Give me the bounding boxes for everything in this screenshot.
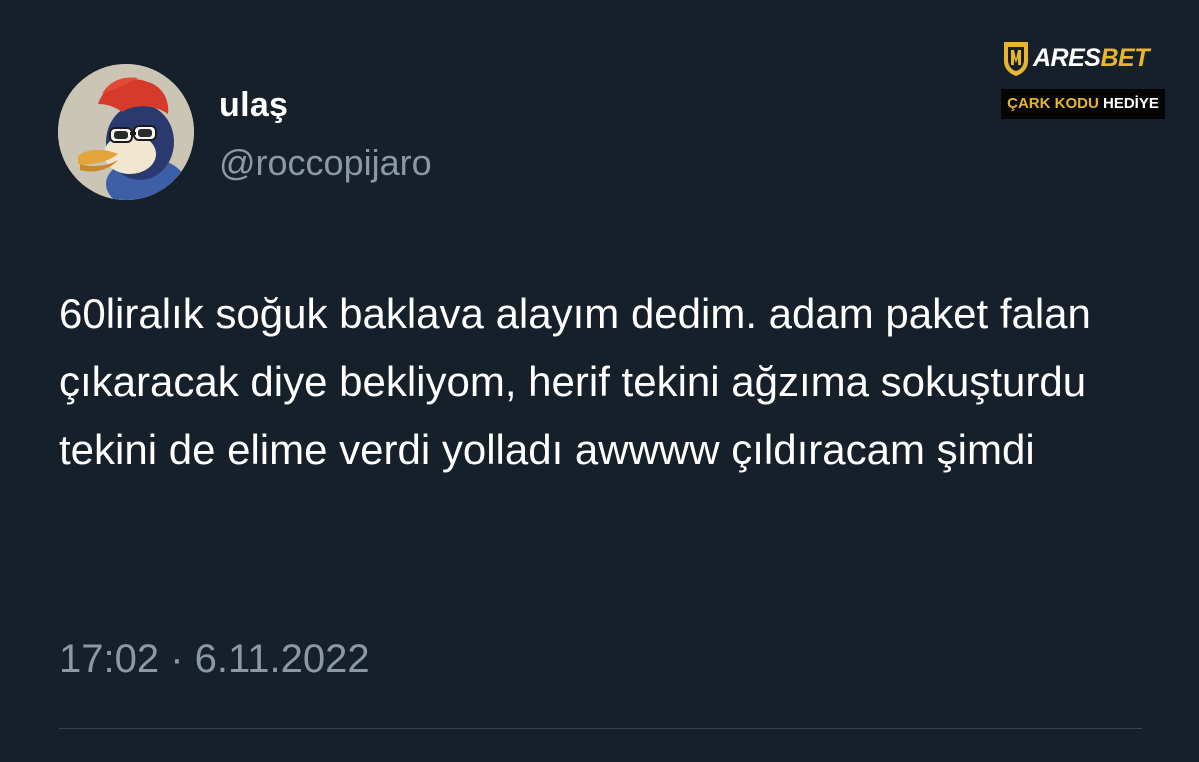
watermark-brand-bet: BET: [1100, 44, 1149, 72]
watermark-banner-part2: HEDİYE: [1102, 95, 1159, 112]
watermark-brand-ares: ARES: [1033, 44, 1101, 72]
tweet-text: 60liralık soğuk baklava alayım dedim. ad…: [59, 290, 1091, 473]
watermark-banner: ÇARK KODU HEDİYE: [1001, 89, 1165, 119]
watermark-banner-part1: ÇARK KODU: [1007, 95, 1099, 112]
watermark: ARESBET ÇARK KODU HEDİYE: [1001, 37, 1165, 119]
divider: [59, 728, 1142, 729]
display-name[interactable]: ulaş: [219, 86, 288, 125]
avatar[interactable]: [58, 64, 194, 200]
watermark-brand: ARESBET: [1033, 44, 1149, 73]
helmet-emblem-icon: [1004, 42, 1028, 76]
watermark-logo: ARESBET: [1001, 37, 1165, 81]
woodpecker-avatar-image: [58, 64, 194, 200]
tweet-timestamp[interactable]: 17:02 · 6.11.2022: [59, 637, 370, 682]
user-handle[interactable]: @roccopijaro: [219, 142, 432, 184]
